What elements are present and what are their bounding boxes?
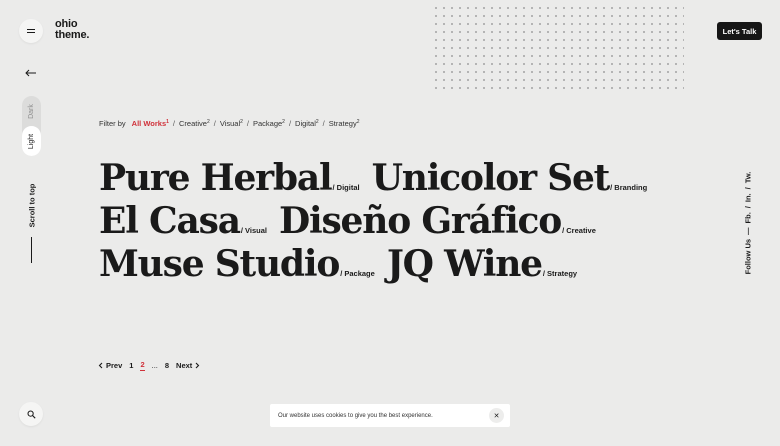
filter-item-count: 1 — [166, 119, 169, 125]
mode-light-option[interactable]: Light — [22, 126, 41, 156]
page-link-1[interactable]: 1 — [129, 361, 133, 370]
mode-dark-label: Dark — [28, 103, 35, 119]
prev-label: Prev — [106, 361, 123, 370]
page-ellipsis: ... — [151, 361, 158, 370]
filter-item-label: Creative — [179, 119, 207, 128]
prev-page-button[interactable]: Prev — [98, 361, 122, 370]
project-row: Muse Studio / Package JQ Wine / Strategy — [99, 244, 619, 287]
project-category: / Branding — [610, 183, 648, 192]
project-category: / Digital — [332, 183, 360, 192]
cookie-close-button[interactable]: ✕ — [489, 408, 504, 423]
filter-item-label: Package — [252, 119, 283, 128]
filter-separator: / — [322, 119, 325, 128]
back-button[interactable] — [19, 61, 43, 85]
project-category: / Package — [340, 269, 375, 278]
project-link[interactable]: Pure Herbal — [99, 158, 333, 198]
filter-separator: / — [172, 119, 175, 128]
filter-item-count: 2 — [240, 119, 243, 125]
cookie-banner: Our website uses cookies to give you the… — [270, 404, 510, 427]
filter-label: Filter by — [99, 119, 126, 128]
project-link[interactable]: JQ Wine — [387, 244, 543, 284]
page-link-current[interactable]: 2 — [140, 360, 145, 371]
search-button[interactable] — [19, 402, 43, 426]
project-link[interactable]: Muse Studio — [99, 244, 340, 284]
twitter-link[interactable]: Tw. — [744, 172, 753, 184]
site-logo[interactable]: ohio theme. — [55, 19, 89, 41]
search-icon — [27, 410, 36, 419]
social-follow: Follow Us — Fb. / In. / Tw. — [742, 170, 754, 276]
filter-digital[interactable]: Digital2 — [295, 119, 319, 128]
menu-button[interactable] — [19, 19, 43, 43]
filter-separator: / — [288, 119, 292, 128]
mode-dark-option[interactable]: Dark — [22, 96, 41, 126]
close-icon: ✕ — [493, 412, 500, 420]
next-label: Next — [176, 361, 193, 370]
chevron-left-icon — [98, 362, 103, 369]
project-list: Pure Herbal / Digital Unicolor Set / Bra… — [99, 158, 647, 287]
pagination: Prev 1 2 ... 8 Next — [98, 360, 207, 371]
page-link-8[interactable]: 8 — [165, 361, 169, 370]
project-link[interactable]: Unicolor Set — [372, 158, 611, 198]
filter-item-count: 2 — [206, 119, 210, 125]
instagram-link[interactable]: In. — [744, 193, 753, 202]
filter-visual[interactable]: Visual2 — [220, 119, 243, 128]
filter-package[interactable]: Package2 — [253, 119, 285, 128]
project-link[interactable]: Diseño Gráfico — [279, 201, 562, 241]
next-page-button[interactable]: Next — [176, 361, 200, 370]
follow-dash: — — [743, 227, 753, 235]
follow-us-label: Follow Us — [743, 238, 753, 275]
chevron-right-icon — [195, 362, 200, 369]
filter-all-works[interactable]: All Works1 — [132, 119, 169, 128]
project-category: / Strategy — [542, 269, 578, 278]
logo-line-2: theme. — [55, 29, 90, 41]
scroll-to-top-label: Scroll to top — [27, 183, 37, 228]
filter-item-count: 2 — [356, 119, 360, 125]
filter-separator: / — [213, 119, 216, 128]
color-mode-toggle[interactable]: Dark Light — [22, 96, 41, 156]
filter-item-label: All Works — [131, 119, 167, 128]
portfolio-filter: Filter by All Works1 / Creative2 / Visua… — [99, 119, 363, 128]
filter-item-count: 2 — [282, 119, 285, 125]
project-category: / Creative — [562, 226, 596, 235]
filter-strategy[interactable]: Strategy2 — [329, 119, 360, 128]
filter-item-label: Strategy — [328, 119, 357, 128]
project-row: Pure Herbal / Digital Unicolor Set / Bra… — [99, 158, 647, 201]
filter-creative[interactable]: Creative2 — [179, 119, 210, 128]
facebook-link[interactable]: Fb. — [744, 212, 753, 223]
cookie-text: Our website uses cookies to give you the… — [278, 412, 433, 419]
lets-talk-button[interactable]: Let's Talk — [717, 22, 762, 40]
arrow-left-icon — [25, 69, 36, 77]
filter-separator: / — [246, 119, 249, 128]
scroll-line-divider — [31, 237, 32, 263]
social-separator: / — [743, 206, 753, 209]
filter-item-label: Visual — [219, 119, 241, 128]
filter-item-count: 2 — [315, 119, 319, 125]
project-link[interactable]: El Casa — [99, 201, 241, 241]
filter-item-label: Digital — [295, 119, 316, 128]
mode-light-label: Light — [28, 133, 35, 149]
social-separator: / — [743, 187, 753, 190]
dot-grid-decoration — [432, 4, 684, 90]
hamburger-icon — [27, 29, 35, 33]
project-category: / Visual — [240, 226, 267, 235]
project-row: El Casa / Visual Diseño Gráfico / Creati… — [99, 201, 619, 244]
